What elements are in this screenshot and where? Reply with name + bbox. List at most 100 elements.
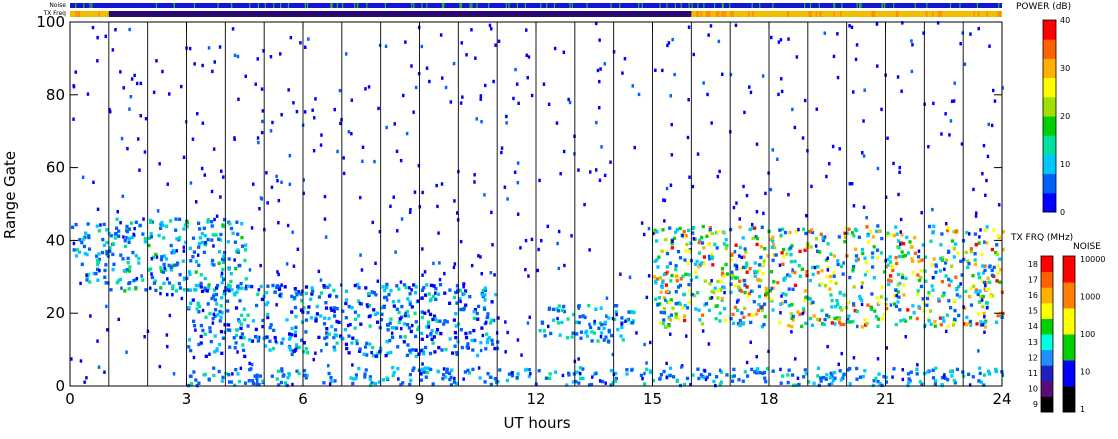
heatmap-cell [178,217,182,221]
scatter-cell [479,348,483,353]
heatmap-cell [639,373,643,378]
heatmap-cell [354,317,358,321]
heatmap-cell [214,308,218,312]
heatmap-cell [715,246,719,250]
scatter-cell [542,82,546,86]
scatter-cell [152,90,156,94]
heatmap-cell [462,291,466,296]
noise-colorbar-segment [1063,282,1075,309]
heatmap-cell [889,274,893,278]
scatter-cell [595,168,598,172]
heatmap-cell [577,320,581,325]
heatmap-cell [406,343,410,347]
scatter-cell [663,219,666,223]
heatmap-cell [128,281,132,285]
heatmap-cell [952,323,956,327]
heatmap-cell [177,281,181,286]
heatmap-cell [741,322,745,326]
heatmap-cell [454,335,458,340]
scatter-cell [233,137,236,141]
heatmap-cell [87,247,92,251]
heatmap-cell [102,222,106,227]
heatmap-cell [909,370,913,374]
heatmap-cell [995,243,999,247]
heatmap-cell [757,263,762,267]
heatmap-cell [243,381,248,385]
heatmap-cell [201,328,205,333]
heatmap-cell [556,321,560,325]
heatmap-cell [952,247,956,251]
heatmap-cell [199,273,203,277]
heatmap-cell [674,290,678,294]
heatmap-cell [182,288,186,292]
heatmap-cell [674,315,678,319]
scatter-cell [96,59,99,63]
heatmap-cell [801,227,806,231]
scatter-cell [875,22,879,26]
noise-status-bar [70,3,1002,8]
scatter-cell [777,40,781,44]
txfreq-status-mark [720,11,723,17]
heatmap-cell [985,301,989,305]
scatter-cell [233,53,237,58]
scatter-cell [207,46,211,50]
scatter-cell [591,375,594,379]
heatmap-cell [902,283,906,287]
scatter-cell [779,311,782,315]
heatmap-cell [955,367,959,372]
heatmap-cell [334,328,338,332]
heatmap-cell [643,382,647,386]
heatmap-cell [852,285,856,289]
heatmap-cell [786,373,790,377]
heatmap-cell [905,235,909,240]
scatter-cell [603,62,606,66]
heatmap-cell [736,308,740,312]
scatter-cell [707,254,711,259]
noise-status-mark [273,3,275,8]
heatmap-cell [725,373,729,377]
y-tick-label: 0 [55,377,65,395]
heatmap-cell [306,310,310,315]
heatmap-cell [422,286,426,290]
noise-status-mark [257,3,260,8]
heatmap-cell [364,368,368,372]
heatmap-cell [881,317,885,321]
heatmap-cell [674,312,678,316]
heatmap-cell [443,319,447,323]
scatter-cell [479,97,482,101]
heatmap-cell [683,258,687,262]
scatter-cell [862,119,865,123]
scatter-cell [212,244,215,248]
heatmap-cell [385,376,389,380]
heatmap-cell [132,278,136,283]
noise-colorbar-tick: 1 [1080,405,1085,414]
heatmap-cell [470,338,474,342]
heatmap-cell [548,372,552,376]
heatmap-cell [741,236,745,240]
heatmap-cell [939,323,943,327]
scatter-cell [795,55,799,59]
heatmap-cell [616,328,620,332]
heatmap-cell [115,280,119,285]
heatmap-cell [115,217,119,221]
heatmap-cell [722,285,726,290]
scatter-cell [861,151,864,155]
heatmap-cell [538,329,542,333]
scatter-cell [256,379,259,384]
heatmap-cell [863,273,867,277]
scatter-cell [563,263,566,268]
heatmap-cell [127,287,131,291]
heatmap-cell [615,304,619,308]
power-colorbar-segment [1043,192,1056,213]
heatmap-cell [74,254,79,258]
heatmap-cell [434,297,438,302]
scatter-cell [721,72,724,76]
heatmap-cell [266,284,270,288]
heatmap-cell [854,258,859,263]
heatmap-cell [197,342,201,347]
power-colorbar-label: POWER (dB) [1016,2,1071,12]
heatmap-cell [189,259,193,263]
scatter-cell [461,95,464,99]
heatmap-cell [906,308,910,312]
heatmap-cell [864,260,868,265]
